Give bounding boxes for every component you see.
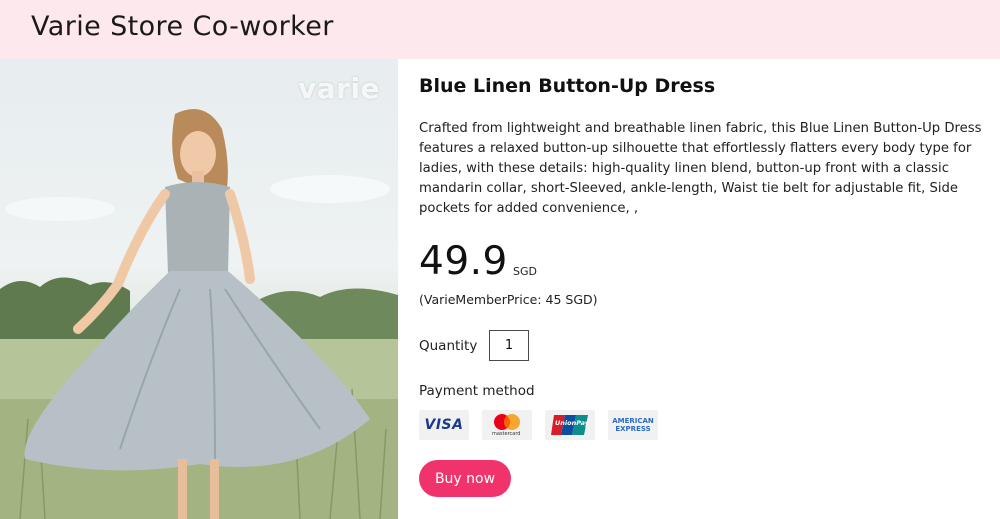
payment-visa[interactable]: VISA xyxy=(419,410,469,440)
buy-now-button[interactable]: Buy now xyxy=(419,460,511,497)
amex-icon: AMERICAN EXPRESS xyxy=(612,417,654,433)
brand-watermark: varie xyxy=(298,72,381,105)
app-title: Varie Store Co-worker xyxy=(31,11,334,42)
quantity-input[interactable] xyxy=(489,330,529,361)
payment-methods: VISA mastercard UnionPay AMERICAN EXPRES… xyxy=(419,410,658,440)
app-header: Varie Store Co-worker xyxy=(0,0,1000,59)
mastercard-icon: mastercard xyxy=(490,412,524,438)
price-currency: SGD xyxy=(513,265,537,278)
payment-mastercard[interactable]: mastercard xyxy=(482,410,532,440)
unionpay-icon: UnionPay xyxy=(551,413,589,437)
product-photo-illustration xyxy=(0,109,398,519)
product-title: Blue Linen Button-Up Dress xyxy=(419,75,716,97)
visa-icon: VISA xyxy=(424,417,464,433)
member-price: (VarieMemberPrice: 45 SGD) xyxy=(419,292,598,307)
quantity-label: Quantity xyxy=(419,338,478,354)
product-image: varie xyxy=(0,59,398,519)
product-price: 49.9 xyxy=(419,239,508,284)
payment-amex[interactable]: AMERICAN EXPRESS xyxy=(608,410,658,440)
product-description: Crafted from lightweight and breathable … xyxy=(419,121,982,216)
payment-method-label: Payment method xyxy=(419,383,535,399)
payment-unionpay[interactable]: UnionPay xyxy=(545,410,595,440)
